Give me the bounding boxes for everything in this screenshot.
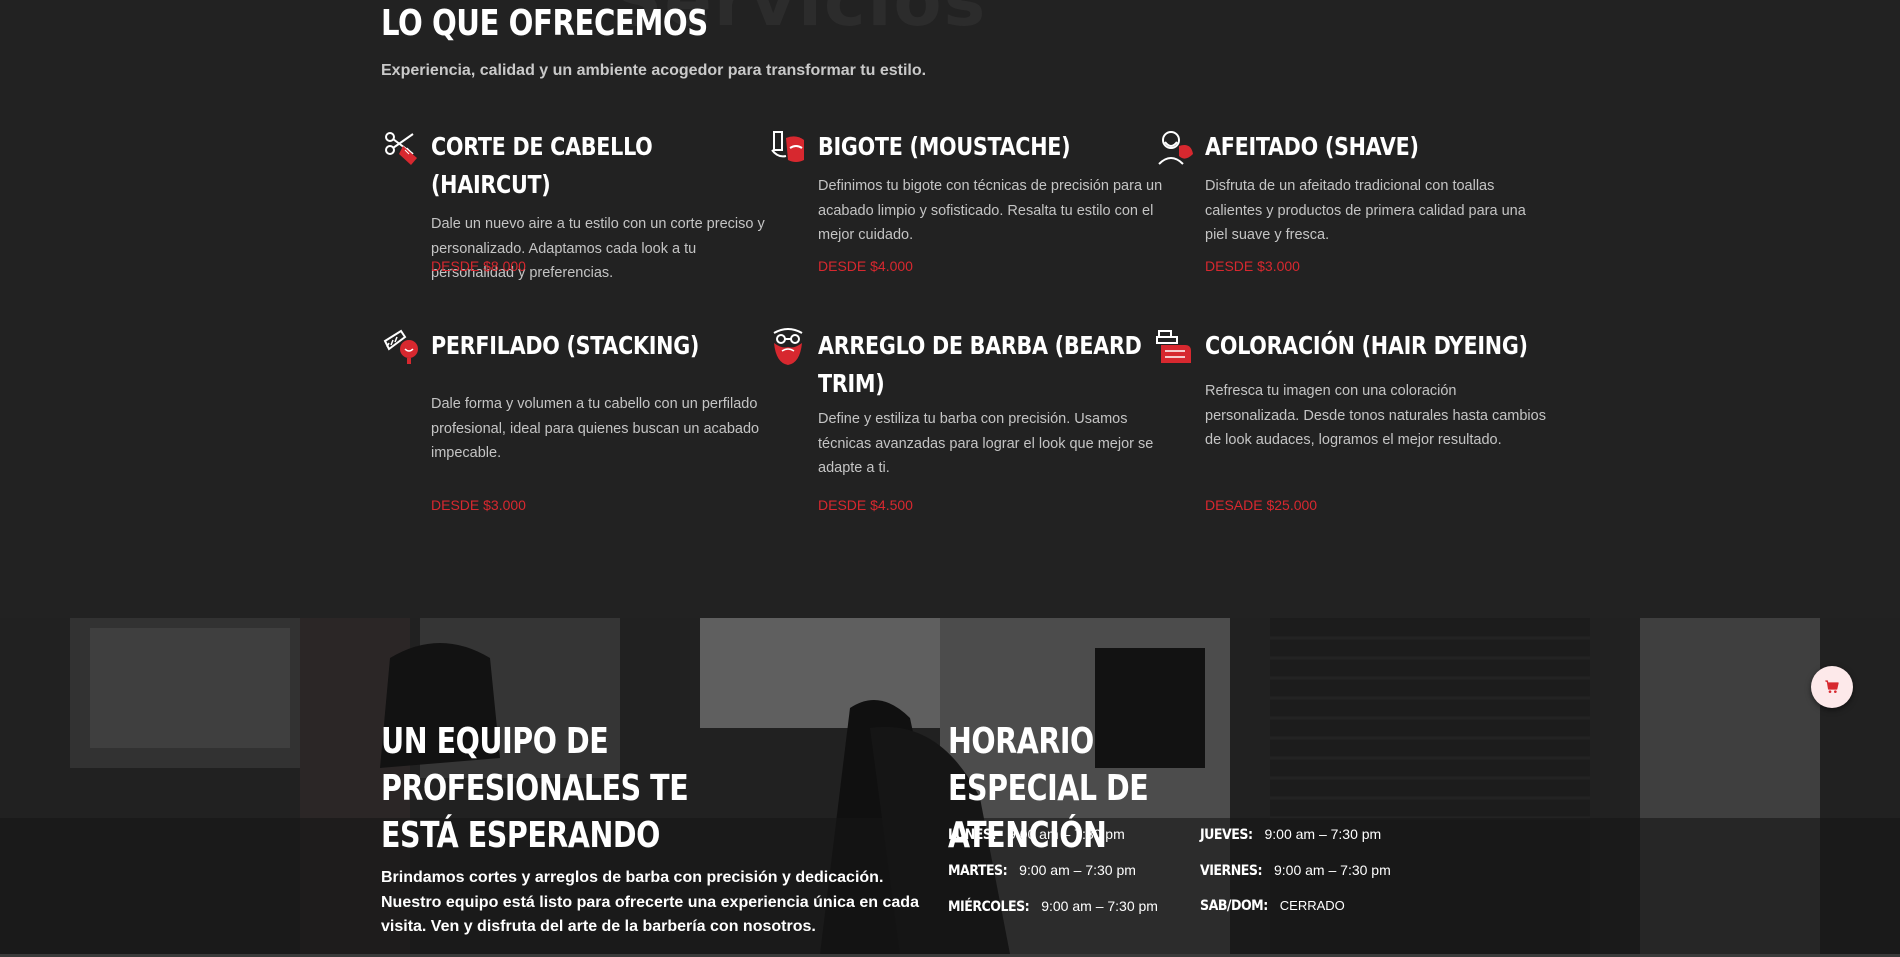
service-description: Dale un nuevo aire a tu estilo con un co… <box>431 216 765 281</box>
service-title: COLORACIÓN (HAIR DYEING) <box>1205 331 1528 360</box>
section-subtitle: Experiencia, calidad y un ambiente acoge… <box>381 62 927 79</box>
service-price: DESDE $8.000 <box>431 258 526 274</box>
service-title: PERFILADO (STACKING) <box>431 331 700 360</box>
service-price: DESDE $3.000 <box>1205 258 1300 274</box>
team-hours-section: UN EQUIPO DE PROFESIONALES TE ESTÁ ESPER… <box>0 618 1900 954</box>
service-description: Define y estiliza tu barba con precisión… <box>818 411 1154 476</box>
bearded-man-icon <box>773 328 803 365</box>
hair-dye-bottle-icon <box>1156 330 1191 363</box>
service-description: Refresca tu imagen con una coloración pe… <box>1205 383 1546 448</box>
hours-row-monday: LUNES: 9:00 am – 7:30 pm <box>948 826 1125 843</box>
service-price: DESDE $4.000 <box>818 258 913 274</box>
section-title: LO QUE OFRECEMOS <box>381 3 708 44</box>
service-card-haircut: CORTE DE CABELLO (HAIRCUT) Dale un nuevo… <box>385 128 776 286</box>
hours-day: MIÉRCOLES: <box>948 899 1030 915</box>
service-price: DESDE $3.000 <box>431 497 526 513</box>
service-title: AFEITADO (SHAVE) <box>1205 132 1419 161</box>
service-card-moustache: BIGOTE (MOUSTACHE) Definimos tu bigote c… <box>771 128 1163 274</box>
service-price: DESADE $25.000 <box>1205 497 1318 513</box>
hours-day: VIERNES: <box>1200 863 1263 879</box>
hours-row-weekend: SAB/DOM: CERRADO <box>1200 898 1345 914</box>
service-card-stacking: PERFILADO (STACKING) Dale forma y volume… <box>383 327 776 513</box>
service-title: ARREGLO DE BARBA (BEARD TRIM) <box>818 331 1142 398</box>
hours-time: 9:00 am – 7:30 pm <box>1041 898 1158 914</box>
service-title: BIGOTE (MOUSTACHE) <box>818 132 1071 161</box>
comb-head-icon <box>383 329 418 364</box>
service-description: Disfruta de un afeitado tradicional con … <box>1205 178 1526 243</box>
hours-day: SAB/DOM: <box>1200 898 1268 914</box>
hours-time: 9:00 am – 7:30 pm <box>1264 826 1382 842</box>
service-card-shave: AFEITADO (SHAVE) Disfruta de un afeitado… <box>1158 128 1550 274</box>
service-title: CORTE DE CABELLO (HAIRCUT) <box>431 132 653 199</box>
service-description: Dale forma y volumen a tu cabello con un… <box>431 396 760 461</box>
cart-icon <box>1825 680 1839 693</box>
hours-row-wednesday: MIÉRCOLES: 9:00 am – 7:30 pm <box>948 898 1158 915</box>
hours-day: MARTES: <box>948 863 1008 879</box>
hours-time: CERRADO <box>1279 898 1345 913</box>
hours-time: 9:00 am – 7:30 pm <box>1274 862 1391 878</box>
team-title: UN EQUIPO DE PROFESIONALES TE ESTÁ ESPER… <box>381 721 689 856</box>
hours-row-friday: VIERNES: 9:00 am – 7:30 pm <box>1200 862 1391 879</box>
service-price: DESDE $4.500 <box>818 497 913 513</box>
hours-day: LUNES: <box>948 827 997 843</box>
hours-row-thursday: JUEVES: 9:00 am – 7:30 pm <box>1200 826 1381 843</box>
hours-day: JUEVES: <box>1200 827 1253 843</box>
service-card-beard-trim: ARREGLO DE BARBA (BEARD TRIM) Define y e… <box>773 327 1163 513</box>
scissors-comb-icon <box>385 132 417 165</box>
service-card-hair-dyeing: COLORACIÓN (HAIR DYEING) Refresca tu ima… <box>1156 327 1550 513</box>
shaving-man-icon <box>1158 131 1193 165</box>
hours-row-tuesday: MARTES: 9:00 am – 7:30 pm <box>948 862 1136 879</box>
hours-time: 9:00 am – 7:30 pm <box>1019 862 1136 878</box>
hours-time: 9:00 am – 7:30 pm <box>1008 826 1125 842</box>
services-section: Servicios LO QUE OFRECEMOS Experiencia, … <box>0 0 1900 618</box>
cart-button[interactable] <box>1811 666 1853 708</box>
service-description: Definimos tu bigote con técnicas de prec… <box>818 178 1163 243</box>
team-description: Brindamos cortes y arreglos de barba con… <box>381 869 919 935</box>
razor-moustache-icon <box>771 131 804 162</box>
